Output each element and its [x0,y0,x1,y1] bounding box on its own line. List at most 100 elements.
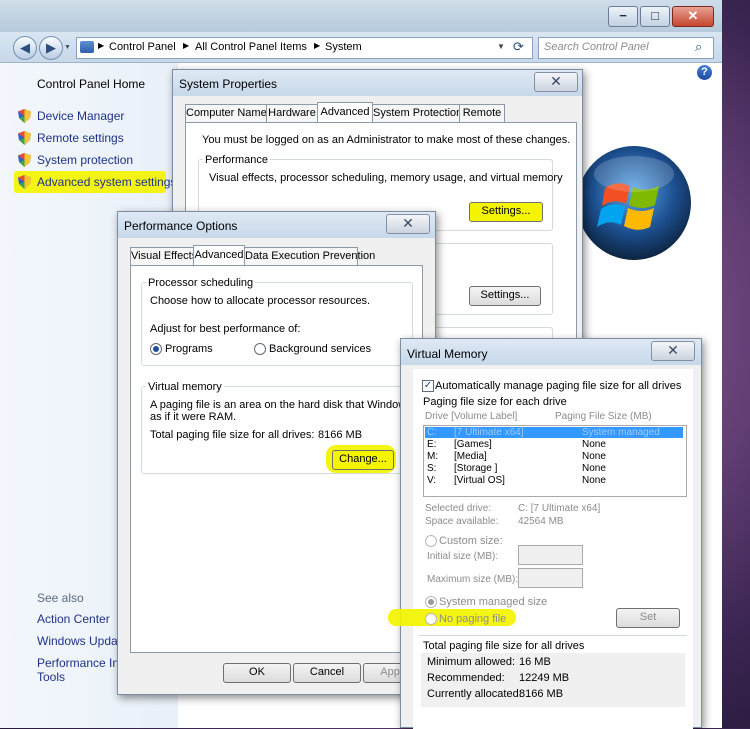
breadcrumb-system[interactable]: System [325,41,362,53]
vm-description-1: A paging file is an area on the hard dis… [150,399,439,411]
drive-label: [Media] [454,451,487,462]
drive-label: [7 Ultimate x64] [454,427,524,438]
address-row: ◀ ▶ ▼ ▶ Control Panel ▶ All Control Pane… [0,32,722,63]
forward-arrow-icon[interactable]: ▶ [39,36,63,60]
programs-radio[interactable] [150,343,162,356]
dialog-title: Virtual Memory [407,347,488,361]
history-chevron-icon[interactable]: ▼ [64,44,71,51]
no-paging-label[interactable]: No paging file [439,613,506,625]
initial-size-label: Initial size (MB): [427,551,499,562]
allocated-value: 8166 MB [519,688,564,700]
dialog-titlebar: Virtual Memory ✕ [401,339,701,365]
tab-advanced[interactable]: Advanced [317,102,373,123]
totals-box: Minimum allowed: 16 MB Recommended: 1224… [421,653,685,707]
auto-manage-checkbox[interactable]: ✓ [422,380,434,393]
tab-visual-effects[interactable]: Visual Effects [130,247,197,265]
maximum-size-input[interactable] [518,568,583,588]
address-bar[interactable]: ▶ Control Panel ▶ All Control Panel Item… [76,37,533,59]
background-services-radio[interactable] [254,343,266,356]
tab-computer-name[interactable]: Computer Name [185,104,267,122]
breadcrumb-control-panel[interactable]: Control Panel [109,41,176,53]
tab-data-execution-prevention[interactable]: Data Execution Prevention [244,247,375,265]
close-button[interactable]: ✕ [672,6,714,27]
tab-remote[interactable]: Remote [459,104,505,122]
programs-label[interactable]: Programs [165,343,213,355]
dialog-titlebar: System Properties ✕ [173,70,582,96]
help-icon[interactable]: ? [697,65,712,80]
total-paging-title: Total paging file size for all drives [423,640,585,652]
list-item[interactable]: M: [Media] None [425,451,683,462]
task-system-protection[interactable]: System protection [37,153,133,167]
search-input[interactable]: Search Control Panel ⌕ [538,37,714,59]
admin-note: You must be logged on as an Administrato… [202,134,571,146]
control-panel-icon [80,41,94,53]
initial-size-input[interactable] [518,545,583,565]
search-placeholder: Search Control Panel [544,41,649,53]
maximize-button[interactable]: □ [640,6,670,27]
breadcrumb-separator-icon: ▶ [183,41,190,50]
drive-letter: S: [427,463,437,474]
cancel-button[interactable]: Cancel [293,663,361,683]
close-icon[interactable]: ✕ [651,341,695,361]
list-item[interactable]: E: [Games] None [425,439,683,450]
windows-logo [575,144,693,262]
address-dropdown-icon[interactable]: ▼ [497,42,505,51]
close-icon[interactable]: ✕ [534,72,578,92]
minimum-value: 16 MB [519,656,551,668]
breadcrumb-all-items[interactable]: All Control Panel Items [195,41,307,53]
list-item[interactable]: C: [7 Ultimate x64] System managed [425,427,683,438]
background-services-label[interactable]: Background services [269,343,371,355]
drive-label: [Virtual OS] [454,475,505,486]
column-size: Paging File Size (MB) [555,411,652,422]
processor-scheduling-group: Processor scheduling Choose how to alloc… [141,277,413,366]
drive-list: C: [7 Ultimate x64] System managed E: [G… [423,425,687,497]
close-icon[interactable]: ✕ [386,214,430,234]
breadcrumb-separator-icon: ▶ [98,41,105,50]
drive-label: [Games] [454,439,492,450]
breadcrumb-separator-icon: ▶ [314,41,321,50]
custom-size-radio[interactable] [425,535,437,548]
control-panel-home-link[interactable]: Control Panel Home [37,77,145,91]
no-paging-radio[interactable] [425,613,437,626]
refresh-icon[interactable]: ⟳ [513,39,524,55]
virtual-memory-label: Virtual memory [146,381,224,393]
set-button[interactable]: Set [616,608,680,628]
adjust-label: Adjust for best performance of: [150,323,301,335]
auto-manage-label[interactable]: Automatically manage paging file size fo… [435,380,681,392]
tab-hardware[interactable]: Hardware [266,104,318,122]
recommended-value: 12249 MB [519,672,570,684]
system-managed-radio[interactable] [425,596,437,609]
shield-icon [18,131,31,148]
ok-button[interactable]: OK [223,663,291,683]
back-arrow-icon[interactable]: ◀ [13,36,37,60]
list-item[interactable]: S: [Storage ] None [425,463,683,474]
vm-description-2: as if it were RAM. [150,411,237,423]
allocated-label: Currently allocated: [427,688,522,700]
drive-size: None [582,475,606,486]
see-also-action-center[interactable]: Action Center [37,612,110,626]
task-remote-settings[interactable]: Remote settings [37,131,124,145]
tab-system-protection[interactable]: System Protection [372,104,462,122]
minimize-button[interactable]: − [608,6,638,27]
custom-size-label[interactable]: Custom size: [439,535,503,547]
task-device-manager[interactable]: Device Manager [37,109,124,123]
user-profiles-settings-button[interactable]: Settings... [469,286,541,306]
paging-each-drive-label: Paging file size for each drive [423,396,567,408]
dialog-title: Performance Options [124,219,238,233]
tab-advanced[interactable]: Advanced [193,245,245,266]
total-paging-value: 8166 MB [318,429,363,441]
drive-letter: E: [427,439,437,450]
check-icon: ✓ [422,380,434,393]
performance-settings-button[interactable]: Settings... [469,202,543,222]
system-managed-label[interactable]: System managed size [439,596,547,608]
list-item[interactable]: V: [Virtual OS] None [425,475,683,486]
drive-letter: C: [427,427,437,438]
window-titlebar: − □ ✕ [0,0,722,32]
processor-description: Choose how to allocate processor resourc… [150,295,371,307]
change-button[interactable]: Change... [332,450,394,470]
selected-drive-label: Selected drive: [425,503,492,514]
total-paging-label: Total paging file size for all drives: [150,429,315,441]
task-advanced-system-settings[interactable]: Advanced system settings [37,175,176,189]
see-also-windows-update[interactable]: Windows Update [37,634,128,648]
see-also-tools[interactable]: Tools [37,670,65,684]
